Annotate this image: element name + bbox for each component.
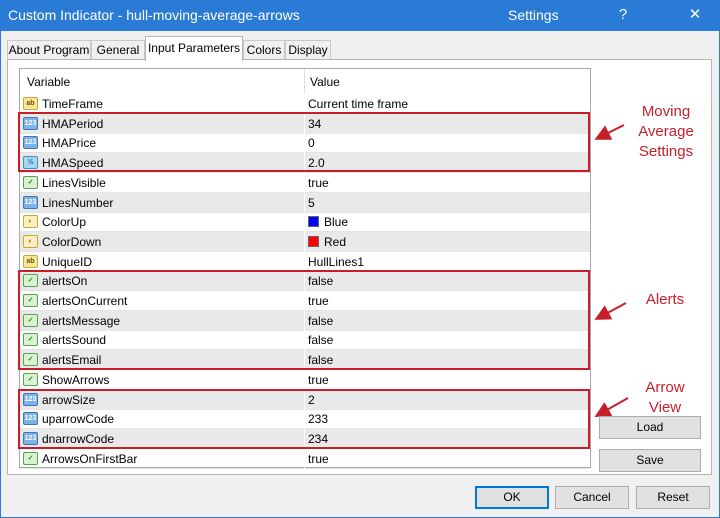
annotation-arrows <box>594 124 629 417</box>
cancel-button[interactable]: Cancel <box>555 486 629 509</box>
ok-button[interactable]: OK <box>475 486 549 509</box>
alerts-arrow <box>594 302 627 320</box>
moving-average-arrow <box>594 124 625 140</box>
load-button[interactable]: Load <box>599 416 701 439</box>
arrow-view-arrow <box>594 397 629 417</box>
tab-input-parameters[interactable]: Input Parameters <box>145 36 243 61</box>
reset-button[interactable]: Reset <box>636 486 710 509</box>
save-button[interactable]: Save <box>599 449 701 472</box>
